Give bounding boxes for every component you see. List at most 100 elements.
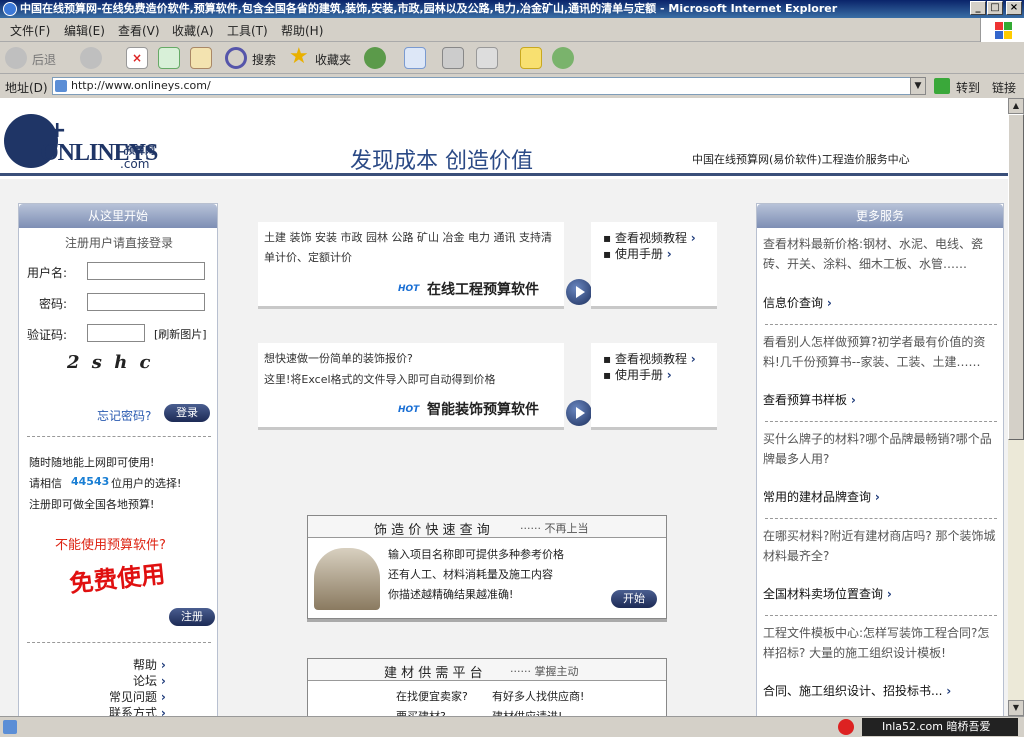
- vertical-scrollbar[interactable]: ▲ ▼: [1008, 98, 1024, 716]
- query-line-3: 你描述越精确结果越准确!: [388, 588, 514, 601]
- favorites-star-icon[interactable]: ★: [289, 46, 311, 69]
- go-arrow-icon[interactable]: [934, 78, 950, 94]
- service-link-2[interactable]: 查看预算书样板 ›: [763, 391, 856, 408]
- site-slogan: 发现成本 创造价值: [350, 149, 533, 174]
- search-label[interactable]: 搜索: [252, 51, 276, 68]
- scroll-down-icon[interactable]: ▼: [1008, 700, 1024, 716]
- query-line-1: 输入项目名称即可提供多种参考价格: [388, 548, 564, 561]
- register-button[interactable]: 注册: [169, 608, 215, 626]
- menu-view[interactable]: 查看(V): [118, 22, 160, 39]
- supply-col1-line1[interactable]: 在找便宜卖家?: [396, 688, 468, 704]
- promo2-play-icon[interactable]: [566, 400, 592, 426]
- menu-help[interactable]: 帮助(H): [281, 22, 323, 39]
- service-desc-1: 查看材料最新价格:钢材、水泥、电线、瓷砖、开关、涂料、细木工板、水管……: [763, 237, 984, 271]
- go-button[interactable]: 转到: [956, 79, 980, 96]
- notes-icon[interactable]: [520, 47, 542, 69]
- password-label: 密码:: [39, 297, 68, 311]
- supply-col2-line1[interactable]: 有好多人找供应商!: [492, 688, 584, 704]
- login-button[interactable]: 登录: [164, 404, 210, 422]
- close-button[interactable]: ×: [1006, 1, 1022, 15]
- right-panel-header: 更多服务: [757, 204, 1003, 228]
- promo-decoration-budget: 想快速做一份简单的装饰报价? 这里!将Excel格式的文件导入即可自动得到价格 …: [258, 343, 564, 430]
- right-panel: 更多服务 查看材料最新价格:钢材、水泥、电线、瓷砖、开关、涂料、细木工板、水管……: [756, 203, 1004, 716]
- user-manual-link[interactable]: ▪ 使用手册 ›: [603, 245, 672, 262]
- logo-domain: .com: [120, 157, 150, 171]
- username-input[interactable]: [87, 262, 205, 280]
- login-tip: 注册用户请直接登录: [64, 236, 173, 250]
- divider: [765, 615, 997, 616]
- print-icon[interactable]: [442, 47, 464, 69]
- username-label: 用户名:: [27, 266, 68, 280]
- page-icon: [55, 80, 67, 92]
- promo1-title[interactable]: 在线工程预算软件: [427, 279, 539, 299]
- messenger-icon[interactable]: [552, 47, 574, 69]
- help-link[interactable]: 帮助 ›: [133, 656, 166, 673]
- forgot-password-link[interactable]: 忘记密码?: [97, 407, 151, 424]
- left-panel-header: 从这里开始: [19, 204, 217, 228]
- divider: [765, 324, 997, 325]
- status-bar: Inla52.com 暗桥吾爱: [0, 716, 1024, 737]
- refresh-icon[interactable]: [158, 47, 180, 69]
- address-dropdown-icon[interactable]: ▼: [910, 77, 926, 95]
- forum-link[interactable]: 论坛 ›: [133, 672, 166, 689]
- promo1-text: 土建 装饰 安装 市政 园林 公路 矿山 冶金 电力 通讯 支持清单计价、定额计…: [264, 231, 552, 264]
- service-link-1[interactable]: 信息价查询 ›: [763, 294, 832, 311]
- promo1-links: ▪ 查看视频教程 › ▪ 使用手册 ›: [591, 222, 717, 309]
- supply-header: 建 材 供 需 平 台 ······ 掌握主动: [308, 659, 666, 681]
- search-icon[interactable]: [225, 47, 247, 69]
- favorites-label[interactable]: 收藏夹: [315, 51, 351, 68]
- divider: [765, 518, 997, 519]
- info-line-3: 注册即可做全国各地预算!: [29, 498, 155, 511]
- page-status-icon: [3, 720, 17, 734]
- service-link-4[interactable]: 全国材料卖场位置查询 ›: [763, 585, 892, 602]
- cant-use-text: 不能使用预算软件?: [55, 538, 166, 553]
- back-label[interactable]: 后退: [32, 51, 56, 68]
- free-use-graphic: 免费使用: [67, 559, 167, 598]
- minimize-button[interactable]: _: [970, 1, 986, 15]
- price-query-title: 饰 造 价 快 速 查 询: [374, 523, 490, 538]
- promo1-play-icon[interactable]: [566, 279, 592, 305]
- windows-logo: [980, 18, 1024, 42]
- supply-col1-line2[interactable]: 要买建材?: [396, 708, 446, 716]
- history-icon[interactable]: [364, 47, 386, 69]
- video-tutorial-link[interactable]: ▪ 查看视频教程 ›: [603, 229, 696, 246]
- supply-col2-line2[interactable]: 建材供应请进!: [492, 708, 562, 716]
- popup-blocker-icon[interactable]: [838, 719, 854, 735]
- window-title: 中国在线预算网-在线免费造价软件,预算软件,包含全国各省的建筑,装饰,安装,市政…: [20, 2, 838, 15]
- menu-edit[interactable]: 编辑(E): [64, 22, 105, 39]
- refresh-captcha-link[interactable]: [刷新图片]: [154, 326, 207, 342]
- start-query-button[interactable]: 开始: [611, 590, 657, 608]
- service-link-5[interactable]: 合同、施工组织设计、招投标书... ›: [763, 682, 951, 699]
- menu-file[interactable]: 文件(F): [10, 22, 50, 39]
- edit-icon[interactable]: [476, 47, 498, 69]
- menu-bar: 文件(F) 编辑(E) 查看(V) 收藏(A) 工具(T) 帮助(H): [0, 18, 1024, 42]
- back-arrow-icon[interactable]: [5, 47, 27, 69]
- address-input[interactable]: http://www.onlineys.com/: [52, 77, 926, 95]
- promo2-text-1: 想快速做一份简单的装饰报价?: [264, 352, 413, 365]
- maximize-button[interactable]: □: [987, 1, 1003, 15]
- links-label[interactable]: 链接: [992, 79, 1016, 96]
- forward-arrow-icon[interactable]: [80, 47, 102, 69]
- service-link-3[interactable]: 常用的建材品牌查询 ›: [763, 488, 880, 505]
- promo2-title[interactable]: 智能装饰预算软件: [427, 399, 539, 419]
- service-desc-3: 买什么牌子的材料?哪个品牌最畅销?哪个品牌最多人用?: [763, 432, 992, 466]
- menu-favorites[interactable]: 收藏(A): [172, 22, 214, 39]
- stop-icon[interactable]: ×: [126, 47, 148, 69]
- video-tutorial-link[interactable]: ▪ 查看视频教程 ›: [603, 350, 696, 367]
- home-icon[interactable]: [190, 47, 212, 69]
- mail-icon[interactable]: [404, 47, 426, 69]
- divider: [765, 421, 997, 422]
- price-query-box: 饰 造 价 快 速 查 询 ······ 不再上当 输入项目名称即可提供多种参考…: [307, 515, 667, 619]
- menu-tools[interactable]: 工具(T): [227, 22, 268, 39]
- scroll-up-icon[interactable]: ▲: [1008, 98, 1024, 114]
- scroll-thumb[interactable]: [1008, 114, 1024, 440]
- contact-link[interactable]: 联系方式 ›: [109, 704, 166, 716]
- site-header: + ONLINEYS .com 预算网 发现成本 创造价值 中国在线预算网(易价…: [0, 98, 1008, 176]
- password-input[interactable]: [87, 293, 205, 311]
- price-query-header: 饰 造 价 快 速 查 询 ······ 不再上当: [308, 516, 666, 538]
- captcha-input[interactable]: [87, 324, 145, 342]
- user-manual-link[interactable]: ▪ 使用手册 ›: [603, 366, 672, 383]
- address-bar: 地址(D) http://www.onlineys.com/ ▼ 转到 链接: [0, 75, 1024, 97]
- service-desc-4: 在哪买材料?附近有建材商店吗? 那个装饰城材料最齐全?: [763, 529, 996, 563]
- faq-link[interactable]: 常见问题 ›: [109, 688, 166, 705]
